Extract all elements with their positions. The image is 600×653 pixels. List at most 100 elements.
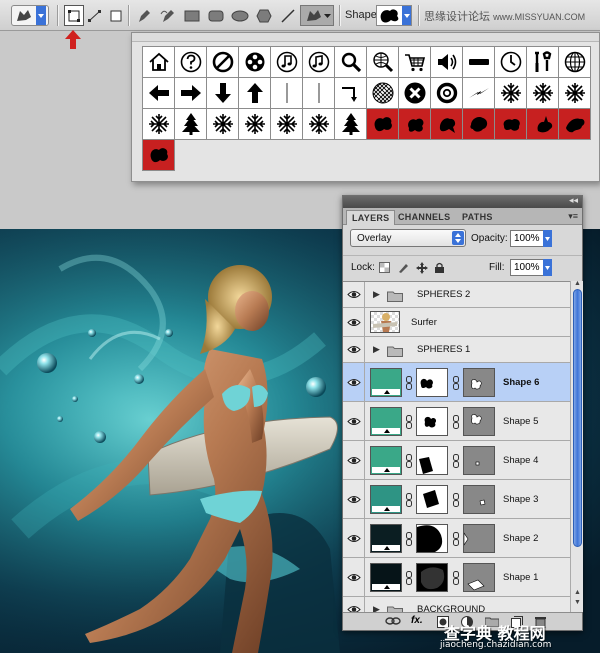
- shape-cell[interactable]: [366, 108, 399, 140]
- layer-row[interactable]: Shape 5: [343, 402, 570, 441]
- shape-layers-mode-button[interactable]: [64, 5, 84, 26]
- tab-layers[interactable]: LAYERS: [346, 210, 396, 225]
- chain-link[interactable]: [406, 454, 412, 473]
- layer-visibility-toggle[interactable]: [343, 337, 365, 362]
- polygon-tool-button[interactable]: [255, 5, 273, 26]
- shape-cell[interactable]: [238, 77, 271, 109]
- layer-visibility-toggle[interactable]: [343, 363, 365, 401]
- rectangle-tool-button[interactable]: [183, 5, 201, 26]
- chain-link[interactable]: [453, 571, 459, 590]
- shape-cell[interactable]: [270, 108, 303, 140]
- layer-visibility-toggle[interactable]: [343, 597, 365, 612]
- tab-channels[interactable]: CHANNELS: [393, 210, 455, 225]
- fill-color-thumbnail[interactable]: [370, 485, 402, 514]
- chain-link[interactable]: [453, 493, 459, 512]
- lock-image-brush-icon[interactable]: [398, 262, 409, 273]
- panel-menu-icon[interactable]: ▾≡: [568, 211, 578, 222]
- shape-cell[interactable]: [238, 108, 271, 140]
- shape-cell[interactable]: [142, 108, 175, 140]
- layer-visibility-toggle[interactable]: [343, 519, 365, 557]
- scrollbar-thumb[interactable]: [573, 289, 582, 547]
- shape-cell[interactable]: [526, 108, 559, 140]
- shape-cell[interactable]: [334, 77, 367, 109]
- layer-row[interactable]: Shape 6: [343, 363, 570, 402]
- shape-cell[interactable]: [462, 108, 495, 140]
- fill-color-thumbnail[interactable]: [370, 446, 402, 475]
- shape-cell[interactable]: [366, 46, 399, 78]
- lock-position-move-icon[interactable]: [416, 262, 428, 274]
- fill-pixels-mode-button[interactable]: [107, 5, 125, 26]
- expand-triangle-icon[interactable]: ▶: [373, 289, 380, 300]
- shape-cell[interactable]: [398, 108, 431, 140]
- shape-cell[interactable]: [270, 77, 303, 109]
- custom-shape-tool-button[interactable]: [300, 5, 334, 26]
- collapse-icon[interactable]: ◂◂: [569, 195, 578, 206]
- paths-mode-button[interactable]: [86, 5, 104, 26]
- layer-mask-thumbnail[interactable]: [416, 485, 448, 514]
- shape-cell[interactable]: [398, 77, 431, 109]
- fill-field[interactable]: 100%: [510, 259, 552, 276]
- chevron-down-icon[interactable]: [543, 259, 552, 276]
- vector-mask-thumbnail[interactable]: [463, 407, 495, 436]
- shape-cell[interactable]: [494, 46, 527, 78]
- shape-cell[interactable]: [558, 108, 591, 140]
- chain-link[interactable]: [406, 532, 412, 551]
- layer-row[interactable]: Shape 4: [343, 441, 570, 480]
- scroll-up-icon[interactable]: ▲: [574, 589, 581, 596]
- layer-visibility-toggle[interactable]: [343, 308, 365, 336]
- opacity-field[interactable]: 100%: [510, 230, 552, 247]
- fill-color-thumbnail[interactable]: [370, 524, 402, 553]
- layer-style-fx-icon[interactable]: fx.: [411, 615, 423, 626]
- expand-triangle-icon[interactable]: ▶: [373, 344, 380, 355]
- ellipse-tool-button[interactable]: [231, 5, 249, 26]
- tool-preset-picker[interactable]: [11, 5, 49, 26]
- shape-cell[interactable]: [174, 108, 207, 140]
- rounded-rectangle-tool-button[interactable]: [207, 5, 225, 26]
- shape-cell[interactable]: [526, 46, 559, 78]
- shape-cell[interactable]: [142, 139, 175, 171]
- shape-cell[interactable]: [430, 77, 463, 109]
- vector-mask-thumbnail[interactable]: [463, 524, 495, 553]
- shape-cell[interactable]: [558, 46, 591, 78]
- vector-mask-thumbnail[interactable]: [463, 368, 495, 397]
- shape-cell[interactable]: [462, 77, 495, 109]
- chain-link[interactable]: [453, 532, 459, 551]
- shape-cell[interactable]: [430, 46, 463, 78]
- shape-cell[interactable]: [494, 77, 527, 109]
- shape-cell[interactable]: [462, 46, 495, 78]
- shape-cell[interactable]: [174, 77, 207, 109]
- pen-tool-button[interactable]: [135, 5, 153, 26]
- shape-cell[interactable]: [430, 108, 463, 140]
- shape-cell[interactable]: [558, 77, 591, 109]
- shape-cell[interactable]: [174, 46, 207, 78]
- shape-cell[interactable]: [398, 46, 431, 78]
- vector-mask-thumbnail[interactable]: [463, 446, 495, 475]
- layer-row[interactable]: ▶ BACKGROUND: [343, 597, 570, 612]
- shape-cell[interactable]: [238, 46, 271, 78]
- shape-cell[interactable]: [270, 46, 303, 78]
- expand-triangle-icon[interactable]: ▶: [373, 604, 380, 612]
- shape-cell[interactable]: [334, 108, 367, 140]
- layer-mask-thumbnail[interactable]: [416, 407, 448, 436]
- layer-row[interactable]: Shape 3: [343, 480, 570, 519]
- layer-row[interactable]: ▶ SPHERES 2: [343, 282, 570, 308]
- shape-cell[interactable]: [206, 108, 239, 140]
- lock-all-icon[interactable]: [435, 262, 444, 273]
- shape-cell[interactable]: [142, 46, 175, 78]
- layer-mask-thumbnail[interactable]: [416, 446, 448, 475]
- shape-cell[interactable]: [526, 77, 559, 109]
- shape-cell[interactable]: [302, 108, 335, 140]
- line-tool-button[interactable]: [279, 5, 297, 26]
- tab-paths[interactable]: PATHS: [457, 210, 498, 225]
- link-layers-icon[interactable]: [385, 616, 401, 626]
- panel-titlebar[interactable]: ◂◂: [343, 195, 582, 208]
- chain-link[interactable]: [453, 376, 459, 395]
- fill-color-thumbnail[interactable]: [370, 563, 402, 592]
- chevron-down-icon[interactable]: [543, 230, 552, 247]
- layer-mask-thumbnail[interactable]: [416, 524, 448, 553]
- shape-cell[interactable]: [494, 108, 527, 140]
- chain-link[interactable]: [406, 415, 412, 434]
- shape-picker-dropdown[interactable]: [376, 5, 412, 26]
- chain-link[interactable]: [406, 571, 412, 590]
- layer-row[interactable]: Shape 2: [343, 519, 570, 558]
